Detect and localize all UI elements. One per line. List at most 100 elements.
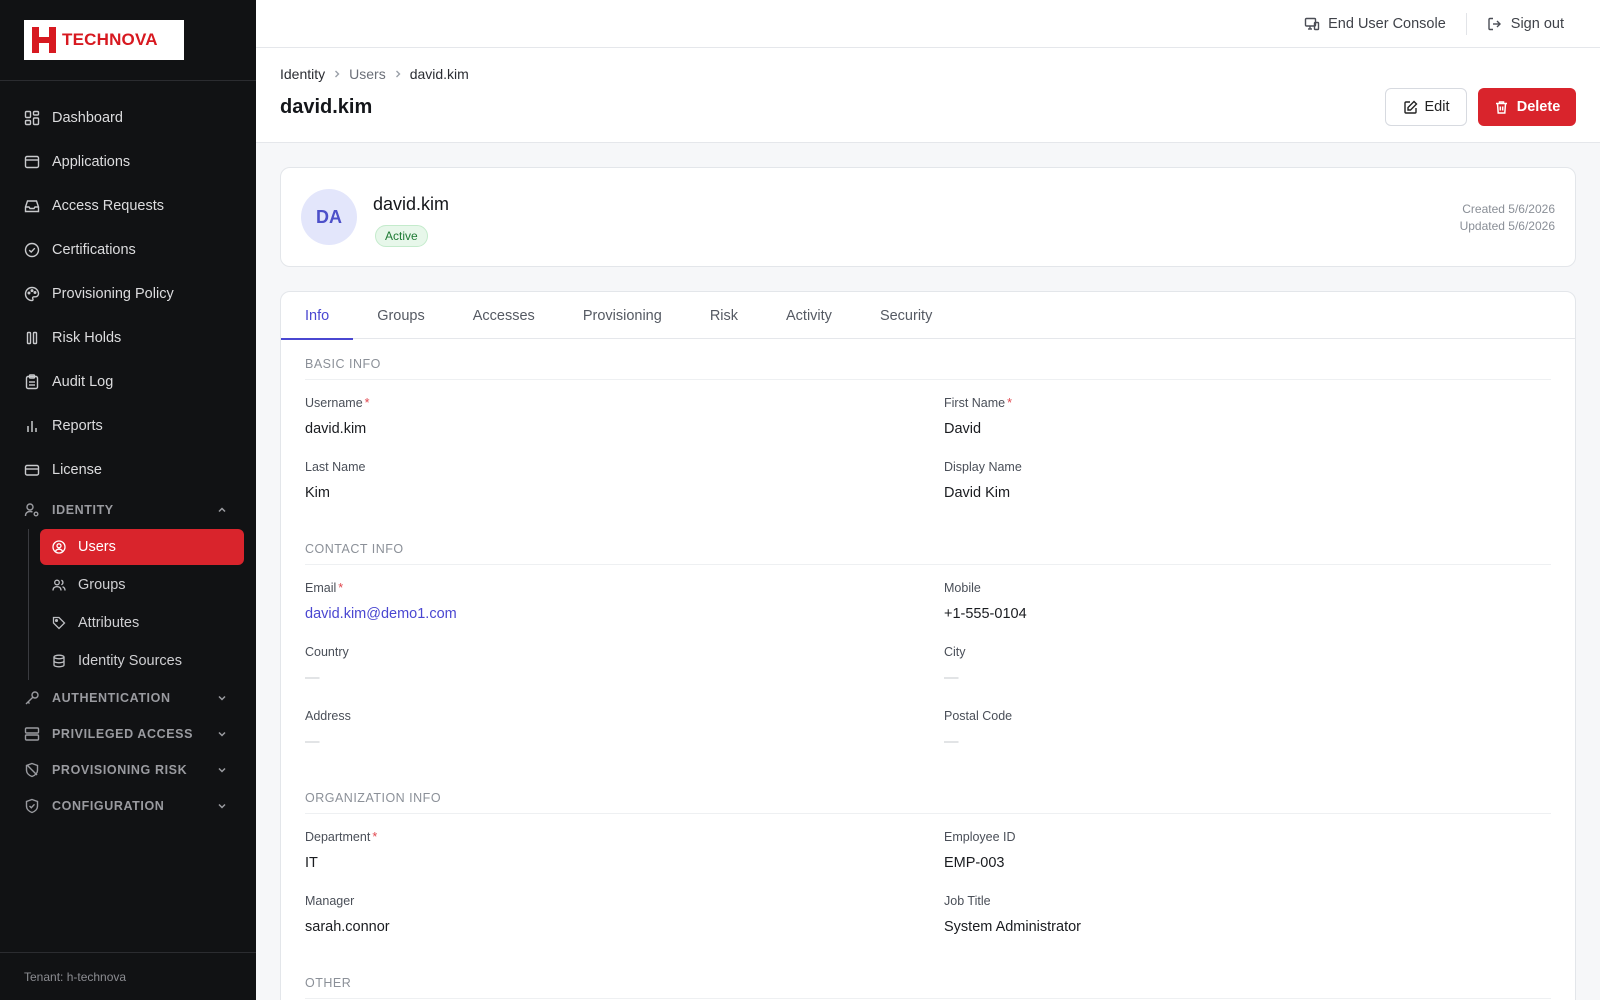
edit-button[interactable]: Edit [1385,88,1467,126]
field-employee-id: Employee ID EMP-003 [944,830,1551,894]
field-address: Address — [305,709,944,773]
field-city: City — [944,645,1551,709]
sidebar-section-identity[interactable]: IDENTITY [0,492,256,528]
sidebar-item-reports[interactable]: Reports [0,404,256,448]
sign-out-button[interactable]: Sign out [1487,16,1564,32]
sidebar-item-audit-log[interactable]: Audit Log [0,360,256,404]
field-country: Country — [305,645,944,709]
field-value: David [944,421,982,437]
email-link[interactable]: david.kim@demo1.com [305,606,944,622]
section-title-basic-info: BASIC INFO [305,339,1551,380]
identity-subnav: Users Groups Attributes Identity Sources [28,529,256,680]
field-value: +1-555-0104 [944,606,1027,622]
required-marker: * [1007,396,1012,410]
tab-groups[interactable]: Groups [353,292,449,339]
sign-out-label: Sign out [1510,15,1564,32]
breadcrumb-identity[interactable]: Identity [280,66,325,82]
topbar: End User Console Sign out [256,0,1600,48]
clipboard-icon [24,374,40,390]
devices-icon [1304,16,1320,32]
end-user-console-button[interactable]: End User Console [1304,16,1446,32]
tenant-label: Tenant: h-technova [0,952,256,1000]
delete-label: Delete [1516,99,1561,115]
sidebar-item-applications[interactable]: Applications [0,140,256,184]
sidebar-item-label: Access Requests [52,198,165,214]
sidebar-section-label: AUTHENTICATION [52,691,171,705]
edit-label: Edit [1424,99,1450,115]
sidebar-item-identity-sources[interactable]: Identity Sources [40,642,244,680]
field-label: City [944,645,966,659]
server-icon [24,726,40,742]
sidebar-section-configuration[interactable]: CONFIGURATION [0,788,256,824]
field-label: Employee ID [944,830,1016,844]
field-label: Mobile [944,581,981,595]
page-header: Identity Users david.kim david.kim Edit … [256,48,1600,143]
section-title-contact-info: CONTACT INFO [305,524,1551,565]
sidebar-item-label: Certifications [52,242,136,258]
breadcrumb-current: david.kim [409,66,469,82]
sidebar: TECHNOVA Dashboard Applications Access R… [0,0,256,1000]
field-label-text: Department [305,830,371,844]
field-label: Job Title [944,894,991,908]
user-circle-icon [52,540,66,554]
breadcrumb-users[interactable]: Users [349,66,386,82]
sidebar-item-attributes[interactable]: Attributes [40,604,244,642]
tab-accesses[interactable]: Accesses [449,292,559,339]
users-icon [52,578,66,592]
sidebar-item-access-requests[interactable]: Access Requests [0,184,256,228]
sidebar-item-label: Applications [52,154,131,170]
logo-mark-icon [32,27,56,53]
profile-card: DA david.kim Active Created 5/6/2026 Upd… [280,167,1576,267]
sidebar-item-groups[interactable]: Groups [40,566,244,604]
sidebar-item-label: Dashboard [52,110,123,126]
sidebar-item-risk-holds[interactable]: Risk Holds [0,316,256,360]
field-job-title: Job Title System Administrator [944,894,1551,958]
edit-icon [1403,100,1418,115]
shield-check-icon [24,798,40,814]
brand-name: TECHNOVA [62,30,158,49]
chevron-right-icon [393,69,403,79]
avatar: DA [301,189,357,245]
tab-provisioning[interactable]: Provisioning [559,292,686,339]
tab-risk[interactable]: Risk [686,292,762,339]
tab-activity[interactable]: Activity [762,292,856,339]
breadcrumb: Identity Users david.kim [280,66,469,82]
field-value: sarah.connor [305,919,390,935]
brand-logo[interactable]: TECHNOVA [24,20,184,60]
field-value: — [305,670,320,686]
field-last-name: Last Name Kim [305,460,944,524]
sidebar-section-label: CONFIGURATION [52,799,165,813]
topbar-divider [1465,12,1467,35]
chevron-down-icon [216,692,228,704]
sidebar-section-privileged-access[interactable]: PRIVILEGED ACCESS [0,716,256,752]
sidebar-item-label: Identity Sources [78,653,182,669]
end-user-console-label: End User Console [1328,15,1446,32]
delete-button[interactable]: Delete [1478,88,1576,126]
field-email: Email * david.kim@demo1.com [305,581,944,645]
sidebar-section-authentication[interactable]: AUTHENTICATION [0,680,256,716]
sidebar-item-dashboard[interactable]: Dashboard [0,96,256,140]
chevron-down-icon [216,800,228,812]
sidebar-item-provisioning-policy[interactable]: Provisioning Policy [0,272,256,316]
sidebar-item-certifications[interactable]: Certifications [0,228,256,272]
sidebar-item-label: Reports [52,418,103,434]
sidebar-section-label: PRIVILEGED ACCESS [52,727,194,741]
field-label: Email * [305,581,944,599]
field-label: Address [305,709,351,723]
tab-security[interactable]: Security [856,292,956,339]
field-value: — [944,734,959,750]
sidebar-item-label: Provisioning Policy [52,286,174,302]
sidebar-item-users[interactable]: Users [40,529,244,565]
sidebar-item-license[interactable]: License [0,448,256,492]
field-first-name: First Name * David [944,396,1551,460]
tab-info[interactable]: Info [281,292,354,340]
window-icon [24,154,40,170]
user-details-card: Info Groups Accesses Provisioning Risk A… [280,291,1576,1000]
inbox-icon [24,198,40,214]
field-label: First Name * [944,396,1551,414]
dashboard-icon [24,110,40,126]
sidebar-item-label: Users [78,539,116,555]
sidebar-section-provisioning-risk[interactable]: PROVISIONING RISK [0,752,256,788]
field-value: — [944,670,959,686]
page-title: david.kim [280,96,373,118]
